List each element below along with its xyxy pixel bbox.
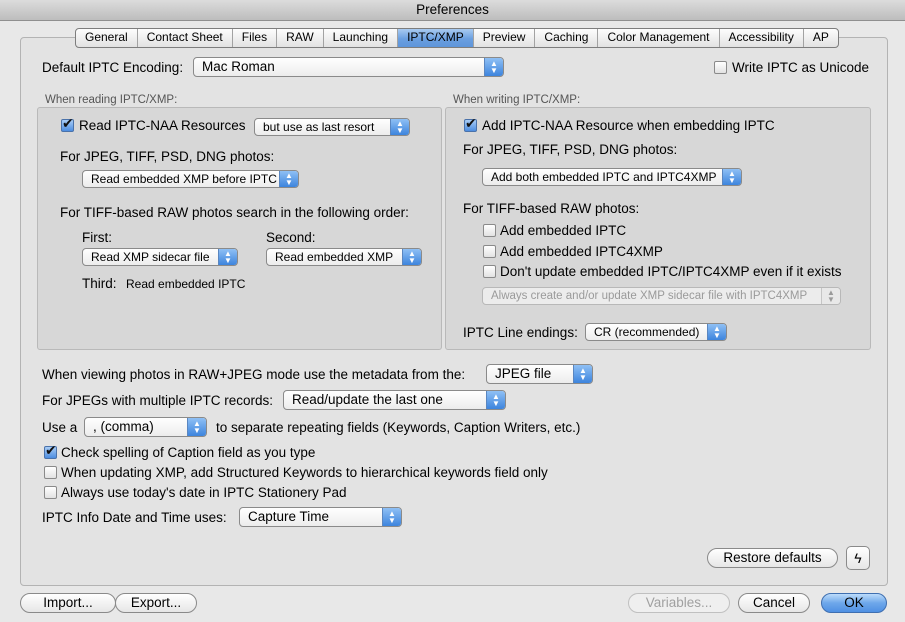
multi-select[interactable]: Read/update the last one ▲ ▼ bbox=[283, 390, 506, 410]
line-endings-value: CR (recommended) bbox=[594, 325, 700, 339]
import-button[interactable]: Import... bbox=[20, 593, 116, 613]
first-select[interactable]: Read XMP sidecar file ▲ ▼ bbox=[82, 248, 238, 266]
writing-group-title: When writing IPTC/XMP: bbox=[453, 94, 581, 106]
add-iptc-checkbox[interactable] bbox=[483, 224, 496, 237]
reading-group-title: When reading IPTC/XMP: bbox=[45, 94, 178, 106]
multi-label: For JPEGs with multiple IPTC records: bbox=[42, 393, 274, 408]
window-title: Preferences bbox=[0, 0, 905, 21]
second-label: Second: bbox=[266, 230, 316, 245]
chevron-updown-icon: ▲ ▼ bbox=[821, 288, 840, 304]
second-select[interactable]: Read embedded XMP ▲ ▼ bbox=[266, 248, 422, 266]
today-checkbox[interactable] bbox=[44, 486, 57, 499]
spell-label: Check spelling of Caption field as you t… bbox=[61, 445, 316, 460]
third-value: Read embedded IPTC bbox=[126, 277, 246, 291]
chevron-updown-icon: ▲ ▼ bbox=[382, 508, 401, 526]
chevron-updown-icon: ▲ ▼ bbox=[279, 171, 298, 187]
read-naa-value: but use as last resort bbox=[263, 120, 375, 134]
multi-value: Read/update the last one bbox=[292, 392, 443, 407]
tab-color-management[interactable]: Color Management bbox=[598, 29, 720, 47]
date-value: Capture Time bbox=[248, 509, 330, 524]
read-naa-select[interactable]: but use as last resort ▲ ▼ bbox=[254, 118, 410, 136]
sidecar-value: Always create and/or update XMP sidecar … bbox=[491, 290, 808, 302]
variables-button[interactable]: Variables... bbox=[628, 593, 730, 613]
chevron-updown-icon: ▲ ▼ bbox=[187, 418, 206, 436]
line-endings-select[interactable]: CR (recommended) ▲ ▼ bbox=[585, 323, 727, 341]
add-iptc4xmp-checkbox[interactable] bbox=[483, 245, 496, 258]
separator-suffix: to separate repeating fields (Keywords, … bbox=[216, 420, 581, 435]
dont-update-label: Don't update embedded IPTC/IPTC4XMP even… bbox=[500, 264, 842, 279]
add-naa-label: Add IPTC-NAA Resource when embedding IPT… bbox=[482, 118, 775, 133]
dont-update-checkbox[interactable] bbox=[483, 265, 496, 278]
tab-general[interactable]: General bbox=[76, 29, 138, 47]
add-naa-checkbox[interactable] bbox=[464, 116, 477, 132]
write-jpeg-label: For JPEG, TIFF, PSD, DNG photos: bbox=[463, 142, 678, 157]
chevron-updown-icon: ▲ ▼ bbox=[484, 58, 503, 76]
second-value: Read embedded XMP bbox=[275, 250, 394, 264]
first-value: Read XMP sidecar file bbox=[91, 250, 210, 264]
reading-group bbox=[37, 107, 442, 350]
separator-select[interactable]: , (comma) ▲ ▼ bbox=[84, 417, 207, 437]
rawjpeg-label: When viewing photos in RAW+JPEG mode use… bbox=[42, 367, 466, 382]
lightning-icon: ϟ bbox=[854, 550, 862, 566]
ok-button[interactable]: OK bbox=[821, 593, 887, 613]
lightning-button[interactable]: ϟ bbox=[846, 546, 870, 570]
encoding-value: Mac Roman bbox=[202, 59, 275, 74]
tab-launching[interactable]: Launching bbox=[324, 29, 399, 47]
tab-files[interactable]: Files bbox=[233, 29, 278, 47]
chevron-updown-icon: ▲ ▼ bbox=[218, 249, 237, 265]
tab-ap[interactable]: AP bbox=[804, 29, 838, 47]
add-iptc-label: Add embedded IPTC bbox=[500, 223, 627, 238]
write-jpeg-value: Add both embedded IPTC and IPTC4XMP bbox=[491, 170, 717, 184]
separator-value: , (comma) bbox=[93, 419, 154, 434]
tab-preview[interactable]: Preview bbox=[474, 29, 536, 47]
third-label: Third: bbox=[82, 276, 117, 291]
sidecar-select[interactable]: Always create and/or update XMP sidecar … bbox=[482, 287, 841, 305]
encoding-label: Default IPTC Encoding: bbox=[42, 60, 184, 75]
today-label: Always use today's date in IPTC Statione… bbox=[61, 485, 347, 500]
write-jpeg-select[interactable]: Add both embedded IPTC and IPTC4XMP ▲ ▼ bbox=[482, 168, 742, 186]
chevron-updown-icon: ▲ ▼ bbox=[486, 391, 505, 409]
structured-checkbox[interactable] bbox=[44, 466, 57, 479]
read-naa-label: Read IPTC-NAA Resources bbox=[79, 118, 246, 133]
date-label: IPTC Info Date and Time uses: bbox=[42, 510, 227, 525]
read-tiff-label: For TIFF-based RAW photos search in the … bbox=[60, 205, 409, 220]
chevron-updown-icon: ▲ ▼ bbox=[402, 249, 421, 265]
line-endings-label: IPTC Line endings: bbox=[463, 325, 578, 340]
first-label: First: bbox=[82, 230, 112, 245]
chevron-updown-icon: ▲ ▼ bbox=[390, 119, 409, 135]
encoding-select[interactable]: Mac Roman ▲ ▼ bbox=[193, 57, 504, 77]
cancel-button[interactable]: Cancel bbox=[738, 593, 810, 613]
unicode-checkbox[interactable] bbox=[714, 61, 727, 74]
rawjpeg-value: JPEG file bbox=[495, 366, 552, 381]
date-select[interactable]: Capture Time ▲ ▼ bbox=[239, 507, 402, 527]
read-naa-checkbox[interactable] bbox=[61, 116, 74, 132]
spell-checkbox[interactable] bbox=[44, 443, 57, 459]
structured-label: When updating XMP, add Structured Keywor… bbox=[61, 465, 548, 480]
tab-contact-sheet[interactable]: Contact Sheet bbox=[138, 29, 233, 47]
export-button[interactable]: Export... bbox=[115, 593, 197, 613]
chevron-updown-icon: ▲ ▼ bbox=[573, 365, 592, 383]
read-jpeg-label: For JPEG, TIFF, PSD, DNG photos: bbox=[60, 149, 275, 164]
restore-defaults-button[interactable]: Restore defaults bbox=[707, 548, 838, 568]
rawjpeg-select[interactable]: JPEG file ▲ ▼ bbox=[486, 364, 593, 384]
separator-prefix: Use a bbox=[42, 420, 78, 435]
unicode-label: Write IPTC as Unicode bbox=[732, 60, 870, 75]
chevron-updown-icon: ▲ ▼ bbox=[722, 169, 741, 185]
tab-iptc-xmp[interactable]: IPTC/XMP bbox=[398, 29, 474, 47]
read-jpeg-select[interactable]: Read embedded XMP before IPTC ▲ ▼ bbox=[82, 170, 299, 188]
tab-bar: General Contact Sheet Files RAW Launchin… bbox=[75, 28, 839, 48]
write-tiff-label: For TIFF-based RAW photos: bbox=[463, 201, 640, 216]
read-jpeg-value: Read embedded XMP before IPTC bbox=[91, 172, 277, 186]
tab-raw[interactable]: RAW bbox=[277, 29, 324, 47]
tab-accessibility[interactable]: Accessibility bbox=[720, 29, 804, 47]
tab-caching[interactable]: Caching bbox=[535, 29, 599, 47]
chevron-updown-icon: ▲ ▼ bbox=[707, 324, 726, 340]
add-iptc4xmp-label: Add embedded IPTC4XMP bbox=[500, 244, 663, 259]
